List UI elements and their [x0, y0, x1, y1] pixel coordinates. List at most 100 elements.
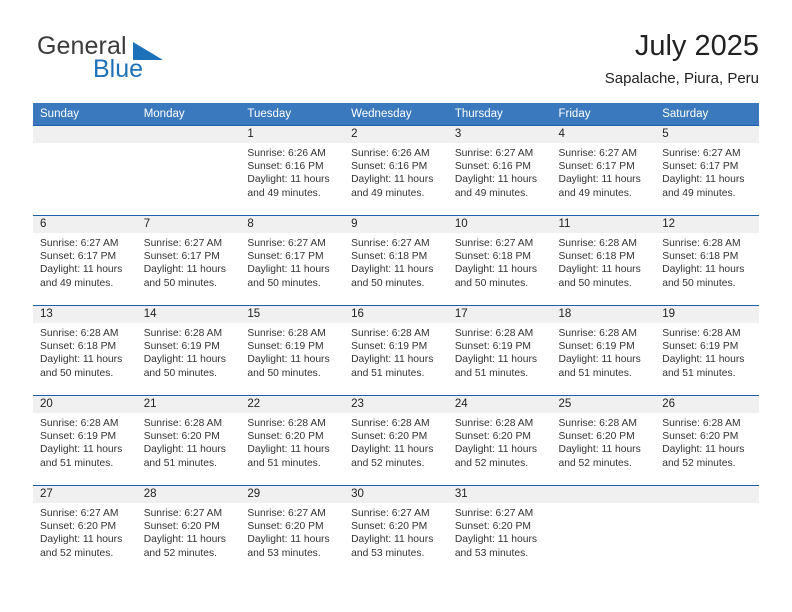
sunrise-text: Sunrise: 6:28 AM [662, 418, 741, 429]
weekday-header-thursday: Thursday [447, 103, 552, 126]
day-number: 21 [136, 396, 241, 413]
weekday-header-friday: Friday [551, 103, 656, 126]
day-number: 6 [33, 216, 137, 233]
calendar-day-cell[interactable]: 2 Sunrise: 6:26 AM Sunset: 6:16 PM Daylight… [344, 125, 448, 216]
daylight-text: Daylight: 11 hours and 51 minutes. [454, 354, 538, 379]
sunset-text: Sunset: 6:20 PM [247, 521, 324, 533]
calendar-day-cell[interactable]: 10 Sunrise: 6:27 AM Sunset: 6:18 PM Dayligh… [447, 215, 552, 306]
sunrise-text: Sunrise: 6:27 AM [143, 508, 223, 519]
day-number: 29 [240, 486, 345, 503]
sunset-text: Sunset: 6:20 PM [558, 431, 635, 443]
calendar-day-cell[interactable]: 24 Sunrise: 6:28 AM Sunset: 6:20 PM Dayligh… [447, 395, 552, 486]
calendar-day-cell[interactable]: 19 Sunrise: 6:28 AM Sunset: 6:19 PM Dayligh… [655, 305, 759, 396]
sunrise-text: Sunrise: 6:28 AM [351, 418, 430, 429]
calendar-day-cell[interactable]: 13 Sunrise: 6:28 AM Sunset: 6:18 PM Dayligh… [33, 305, 137, 396]
day-details: Sunrise: 6:28 AM Sunset: 6:19 PM Daylight:… [655, 323, 759, 380]
sunset-text: Sunset: 6:17 PM [40, 251, 117, 263]
daylight-text: Daylight: 11 hours and 50 minutes. [351, 264, 434, 289]
day-number: 19 [655, 306, 759, 323]
sunset-text: Sunset: 6:20 PM [40, 521, 117, 533]
calendar-day-cell[interactable]: 18 Sunrise: 6:28 AM Sunset: 6:19 PM Dayligh… [551, 305, 656, 396]
day-number: 27 [33, 486, 137, 503]
day-number: 16 [344, 306, 448, 323]
page-subtitle: Sapalache, Piura, Peru [604, 70, 759, 87]
daylight-text: Daylight: 11 hours and 49 minutes. [662, 174, 745, 199]
day-number: 12 [655, 216, 759, 233]
calendar-day-cell[interactable]: 28 Sunrise: 6:27 AM Sunset: 6:20 PM Dayligh… [136, 485, 241, 575]
daylight-text: Daylight: 11 hours and 51 minutes. [558, 354, 641, 379]
sunset-text: Sunset: 6:19 PM [558, 341, 635, 353]
calendar-header-row: Sunday Monday Tuesday Wednesday Thursday Frid… [33, 103, 759, 126]
calendar-page: General Blue July 2025 Sapalache, Piura,… [0, 0, 792, 612]
day-details: Sunrise: 6:27 AM Sunset: 6:16 PM Daylight:… [448, 143, 552, 200]
calendar-day-cell[interactable]: 9 Sunrise: 6:27 AM Sunset: 6:18 PM Daylight… [344, 215, 448, 306]
calendar-day-cell[interactable]: 20 Sunrise: 6:28 AM Sunset: 6:19 PM Dayligh… [33, 395, 137, 486]
sunrise-text: Sunrise: 6:27 AM [558, 148, 637, 159]
calendar-day-cell[interactable]: 4 Sunrise: 6:27 AM Sunset: 6:17 PM Daylight… [551, 125, 656, 216]
brand-logo[interactable]: General Blue [33, 32, 263, 88]
sunrise-text: Sunrise: 6:26 AM [247, 148, 326, 159]
sunrise-text: Sunrise: 6:27 AM [247, 238, 326, 249]
daylight-text: Daylight: 11 hours and 52 minutes. [40, 534, 123, 559]
day-details: Sunrise: 6:27 AM Sunset: 6:17 PM Daylight:… [240, 233, 344, 290]
calendar-day-cell[interactable]: 8 Sunrise: 6:27 AM Sunset: 6:17 PM Daylight… [240, 215, 345, 306]
day-number: 4 [551, 126, 656, 143]
calendar-day-cell[interactable]: 1 Sunrise: 6:26 AM Sunset: 6:16 PM Daylight… [240, 125, 345, 216]
day-details: Sunrise: 6:28 AM Sunset: 6:19 PM Daylight:… [448, 323, 552, 380]
calendar-week-row: 13 Sunrise: 6:28 AM Sunset: 6:18 PM Dayligh… [33, 305, 759, 396]
sunrise-text: Sunrise: 6:28 AM [143, 328, 223, 339]
sunrise-text: Sunrise: 6:28 AM [558, 238, 637, 249]
day-details: Sunrise: 6:27 AM Sunset: 6:20 PM Daylight:… [344, 503, 448, 560]
calendar-day-cell[interactable]: 5 Sunrise: 6:27 AM Sunset: 6:17 PM Daylight… [655, 125, 759, 216]
day-details: Sunrise: 6:27 AM Sunset: 6:18 PM Daylight:… [448, 233, 552, 290]
daylight-text: Daylight: 11 hours and 51 minutes. [40, 444, 123, 469]
daylight-text: Daylight: 11 hours and 49 minutes. [40, 264, 123, 289]
day-number: 18 [551, 306, 656, 323]
calendar-day-cell-empty [33, 125, 137, 216]
calendar-day-cell[interactable]: 23 Sunrise: 6:28 AM Sunset: 6:20 PM Dayligh… [344, 395, 448, 486]
calendar-day-cell-empty [551, 485, 656, 575]
calendar-day-cell[interactable]: 16 Sunrise: 6:28 AM Sunset: 6:19 PM Dayligh… [344, 305, 448, 396]
calendar-day-cell[interactable]: 17 Sunrise: 6:28 AM Sunset: 6:19 PM Dayligh… [447, 305, 552, 396]
calendar-day-cell[interactable]: 30 Sunrise: 6:27 AM Sunset: 6:20 PM Dayligh… [344, 485, 448, 575]
daylight-text: Daylight: 11 hours and 52 minutes. [662, 444, 745, 469]
calendar-day-cell[interactable]: 15 Sunrise: 6:28 AM Sunset: 6:19 PM Dayligh… [240, 305, 345, 396]
daylight-text: Daylight: 11 hours and 50 minutes. [662, 264, 745, 289]
day-details: Sunrise: 6:28 AM Sunset: 6:20 PM Daylight:… [655, 413, 759, 470]
calendar-day-cell[interactable]: 22 Sunrise: 6:28 AM Sunset: 6:20 PM Dayligh… [240, 395, 345, 486]
sunrise-text: Sunrise: 6:28 AM [558, 418, 637, 429]
day-details: Sunrise: 6:27 AM Sunset: 6:20 PM Daylight:… [448, 503, 552, 560]
daylight-text: Daylight: 11 hours and 50 minutes. [247, 354, 330, 379]
calendar-week-row: 6 Sunrise: 6:27 AM Sunset: 6:17 PM Daylight… [33, 215, 759, 306]
calendar-day-cell[interactable]: 7 Sunrise: 6:27 AM Sunset: 6:17 PM Daylight… [136, 215, 241, 306]
calendar-day-cell-empty [655, 485, 759, 575]
daylight-text: Daylight: 11 hours and 50 minutes. [143, 264, 226, 289]
day-number: 13 [33, 306, 137, 323]
calendar-day-cell[interactable]: 3 Sunrise: 6:27 AM Sunset: 6:16 PM Daylight… [447, 125, 552, 216]
day-number: 31 [447, 486, 552, 503]
daylight-text: Daylight: 11 hours and 51 minutes. [247, 444, 330, 469]
calendar-day-cell[interactable]: 26 Sunrise: 6:28 AM Sunset: 6:20 PM Dayligh… [655, 395, 759, 486]
calendar-day-cell[interactable]: 21 Sunrise: 6:28 AM Sunset: 6:20 PM Dayligh… [136, 395, 241, 486]
weekday-header-tuesday: Tuesday [240, 103, 345, 126]
day-number: 8 [240, 216, 345, 233]
sunrise-text: Sunrise: 6:27 AM [247, 508, 326, 519]
sunset-text: Sunset: 6:20 PM [143, 431, 220, 443]
calendar-day-cell[interactable]: 29 Sunrise: 6:27 AM Sunset: 6:20 PM Dayligh… [240, 485, 345, 575]
daylight-text: Daylight: 11 hours and 52 minutes. [143, 534, 226, 559]
day-number: 20 [33, 396, 137, 413]
calendar-day-cell[interactable]: 25 Sunrise: 6:28 AM Sunset: 6:20 PM Dayligh… [551, 395, 656, 486]
day-number: 26 [655, 396, 759, 413]
calendar-day-cell[interactable]: 6 Sunrise: 6:27 AM Sunset: 6:17 PM Daylight… [33, 215, 137, 306]
calendar-body: 1 Sunrise: 6:26 AM Sunset: 6:16 PM Daylight… [33, 125, 759, 575]
calendar-day-cell[interactable]: 12 Sunrise: 6:28 AM Sunset: 6:18 PM Dayligh… [655, 215, 759, 306]
calendar-day-cell[interactable]: 27 Sunrise: 6:27 AM Sunset: 6:20 PM Dayligh… [33, 485, 137, 575]
calendar-day-cell[interactable]: 11 Sunrise: 6:28 AM Sunset: 6:18 PM Dayligh… [551, 215, 656, 306]
weekday-header-sunday: Sunday [33, 103, 137, 126]
sunset-text: Sunset: 6:16 PM [247, 161, 324, 173]
calendar-day-cell[interactable]: 31 Sunrise: 6:27 AM Sunset: 6:20 PM Dayligh… [447, 485, 552, 575]
calendar-day-cell[interactable]: 14 Sunrise: 6:28 AM Sunset: 6:19 PM Dayligh… [136, 305, 241, 396]
day-details: Sunrise: 6:28 AM Sunset: 6:19 PM Daylight:… [240, 323, 344, 380]
sunrise-text: Sunrise: 6:27 AM [454, 238, 534, 249]
sunrise-text: Sunrise: 6:28 AM [558, 328, 637, 339]
